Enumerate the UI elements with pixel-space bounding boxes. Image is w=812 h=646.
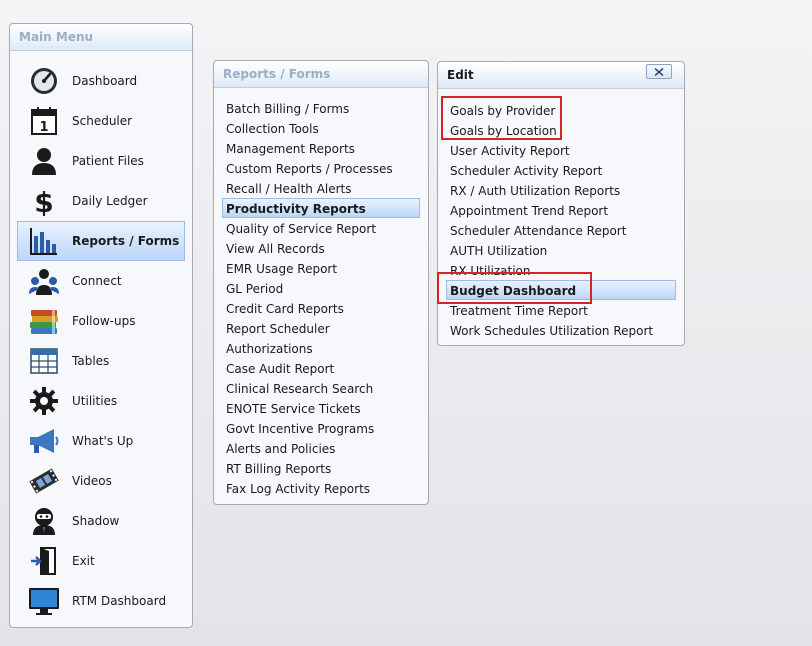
main-menu-panel: Main Menu Dashboard 1 Scheduler Patient … [9,23,193,628]
svg-text:1: 1 [39,120,48,135]
edit-item-scheduler-activity-report[interactable]: Scheduler Activity Report [446,160,676,180]
edit-item-goals-by-provider[interactable]: Goals by Provider [446,100,676,120]
main-menu-label: What's Up [72,434,134,448]
main-menu-item-exit[interactable]: Exit [17,541,185,581]
main-menu-item-videos[interactable]: Videos [17,461,185,501]
edit-item-budget-dashboard[interactable]: Budget Dashboard [446,280,676,300]
exit-door-icon [28,545,60,577]
main-menu-item-follow-ups[interactable]: Follow-ups [17,301,185,341]
books-icon [28,305,60,337]
edit-item-rx-utilization[interactable]: RX Utilization [446,260,676,280]
main-menu-label: Shadow [72,514,120,528]
edit-submenu-title: Edit [447,68,474,82]
reports-item-credit-card-reports[interactable]: Credit Card Reports [222,298,420,318]
table-grid-icon [28,345,60,377]
main-menu-item-patient-files[interactable]: Patient Files [17,141,185,181]
reports-item-enote-service-tickets[interactable]: ENOTE Service Tickets [222,398,420,418]
main-menu-label: Reports / Forms [72,234,180,248]
reports-item-gl-period[interactable]: GL Period [222,278,420,298]
reports-forms-list: Batch Billing / Forms Collection Tools M… [222,98,420,498]
reports-item-rt-billing-reports[interactable]: RT Billing Reports [222,458,420,478]
main-menu-label: Scheduler [72,114,133,128]
reports-item-govt-incentive-programs[interactable]: Govt Incentive Programs [222,418,420,438]
main-menu-label: Follow-ups [72,314,136,328]
edit-submenu-list: Goals by Provider Goals by Location User… [446,100,676,340]
reports-item-clinical-research-search[interactable]: Clinical Research Search [222,378,420,398]
reports-item-quality-of-service-report[interactable]: Quality of Service Report [222,218,420,238]
dashboard-gauge-icon [28,65,60,97]
person-icon [28,145,60,177]
main-menu-label: RTM Dashboard [72,594,167,608]
main-menu-item-shadow[interactable]: Shadow [17,501,185,541]
main-menu-item-rtm-dashboard[interactable]: RTM Dashboard [17,581,185,621]
bar-chart-icon [28,225,60,257]
main-menu-item-utilities[interactable]: Utilities [17,381,185,421]
reports-item-authorizations[interactable]: Authorizations [222,338,420,358]
ninja-icon [28,505,60,537]
main-menu-item-tables[interactable]: Tables [17,341,185,381]
main-menu-item-dashboard[interactable]: Dashboard [17,61,185,101]
gear-icon [28,385,60,417]
reports-item-management-reports[interactable]: Management Reports [222,138,420,158]
reports-forms-panel: Reports / Forms Batch Billing / Forms Co… [213,60,429,505]
svg-text:$: $ [34,186,53,216]
edit-item-goals-by-location[interactable]: Goals by Location [446,120,676,140]
main-menu-item-whats-up[interactable]: What's Up [17,421,185,461]
reports-item-productivity-reports[interactable]: Productivity Reports [222,198,420,218]
main-menu-label: Videos [72,474,112,488]
close-x-icon [654,67,664,76]
reports-forms-title: Reports / Forms [214,61,428,88]
reports-item-report-scheduler[interactable]: Report Scheduler [222,318,420,338]
reports-item-case-audit-report[interactable]: Case Audit Report [222,358,420,378]
dollar-icon: $ [28,185,60,217]
main-menu-label: Patient Files [72,154,144,168]
film-icon [28,465,60,497]
main-menu-item-scheduler[interactable]: 1 Scheduler [17,101,185,141]
edit-item-treatment-time-report[interactable]: Treatment Time Report [446,300,676,320]
main-menu-label: Tables [72,354,110,368]
main-menu-label: Exit [72,554,95,568]
main-menu-label: Daily Ledger [72,194,148,208]
reports-item-view-all-records[interactable]: View All Records [222,238,420,258]
main-menu-label: Connect [72,274,122,288]
main-menu-label: Utilities [72,394,118,408]
reports-item-collection-tools[interactable]: Collection Tools [222,118,420,138]
calendar-icon: 1 [28,105,60,137]
main-menu-label: Dashboard [72,74,138,88]
people-group-icon [28,265,60,297]
edit-submenu-panel: Edit Goals by Provider Goals by Location… [437,61,685,346]
main-menu-item-connect[interactable]: Connect [17,261,185,301]
main-menu-item-reports-forms[interactable]: Reports / Forms [17,221,185,261]
main-menu-list: Dashboard 1 Scheduler Patient Files $ Da… [10,61,192,621]
main-menu-item-daily-ledger[interactable]: $ Daily Ledger [17,181,185,221]
monitor-icon [28,585,60,617]
reports-item-fax-log-activity-reports[interactable]: Fax Log Activity Reports [222,478,420,498]
edit-item-rx-auth-utilization-reports[interactable]: RX / Auth Utilization Reports [446,180,676,200]
reports-item-alerts-and-policies[interactable]: Alerts and Policies [222,438,420,458]
reports-item-recall-health-alerts[interactable]: Recall / Health Alerts [222,178,420,198]
edit-item-work-schedules-utilization-report[interactable]: Work Schedules Utilization Report [446,320,676,340]
edit-item-appointment-trend-report[interactable]: Appointment Trend Report [446,200,676,220]
edit-item-scheduler-attendance-report[interactable]: Scheduler Attendance Report [446,220,676,240]
megaphone-icon [28,425,60,457]
close-button[interactable] [646,64,672,79]
edit-item-auth-utilization[interactable]: AUTH Utilization [446,240,676,260]
reports-item-batch-billing-forms[interactable]: Batch Billing / Forms [222,98,420,118]
reports-item-emr-usage-report[interactable]: EMR Usage Report [222,258,420,278]
reports-item-custom-reports-processes[interactable]: Custom Reports / Processes [222,158,420,178]
edit-submenu-header: Edit [438,62,684,89]
edit-item-user-activity-report[interactable]: User Activity Report [446,140,676,160]
main-menu-title: Main Menu [10,24,192,51]
